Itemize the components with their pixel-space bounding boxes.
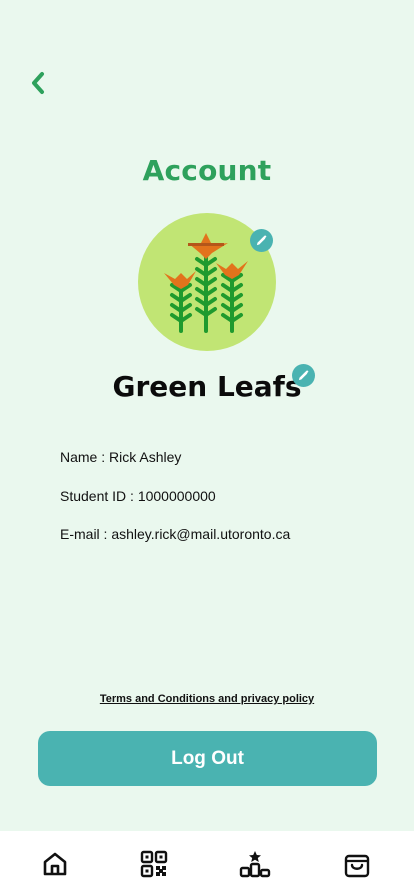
info-student-id: Student ID : 1000000000 [60, 488, 216, 504]
nav-home[interactable] [38, 847, 72, 881]
info-name: Name : Rick Ashley [60, 449, 182, 465]
page-title: Account [142, 154, 272, 187]
home-icon [43, 852, 67, 876]
info-email: E-mail : ashley.rick@mail.utoronto.ca [60, 526, 291, 542]
nav-qr-scan[interactable] [137, 847, 171, 881]
pencil-icon [256, 235, 267, 246]
pencil-icon [298, 370, 309, 381]
chevron-left-icon [32, 72, 44, 94]
terms-link[interactable]: Terms and Conditions and privacy policy [0, 693, 414, 705]
logout-button[interactable]: Log Out [38, 731, 377, 786]
nav-shop[interactable] [340, 847, 374, 881]
nav-leaderboard[interactable] [238, 847, 272, 881]
bottom-nav [0, 831, 414, 896]
leaderboard-icon [239, 851, 271, 878]
profile-name: Green Leafs [112, 370, 302, 403]
shopping-bag-icon [344, 854, 370, 878]
qr-code-icon [140, 850, 168, 878]
edit-avatar-button[interactable] [250, 229, 273, 252]
edit-name-button[interactable] [292, 364, 315, 387]
back-button[interactable] [22, 66, 54, 100]
